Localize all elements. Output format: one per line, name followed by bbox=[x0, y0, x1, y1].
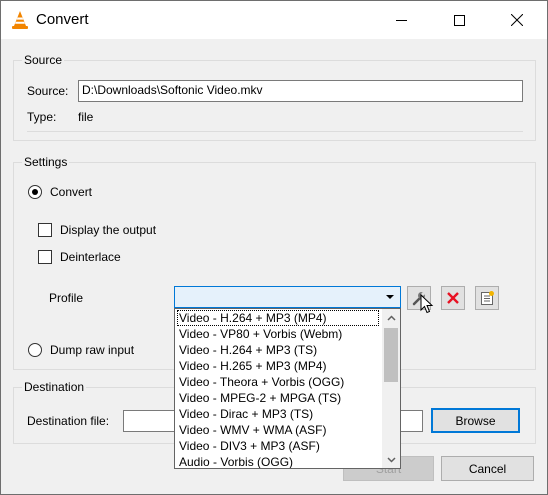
profile-combobox[interactable] bbox=[174, 286, 401, 308]
convert-label: Convert bbox=[50, 185, 93, 199]
maximize-button[interactable] bbox=[436, 1, 482, 39]
profile-option[interactable]: Video - WMV + WMA (ASF) bbox=[177, 422, 379, 438]
red-x-icon bbox=[447, 292, 459, 304]
type-label: Type: bbox=[27, 110, 57, 124]
scroll-down-button[interactable] bbox=[382, 451, 400, 468]
profile-option[interactable]: Video - MPEG-2 + MPGA (TS) bbox=[177, 390, 379, 406]
scroll-up-button[interactable] bbox=[382, 309, 400, 326]
dropdown-scrollbar[interactable] bbox=[382, 309, 400, 468]
display-output-label: Display the output bbox=[60, 223, 157, 237]
profile-option[interactable]: Video - H.265 + MP3 (MP4) bbox=[177, 358, 379, 374]
source-path-field[interactable]: D:\Downloads\Softonic Video.mkv bbox=[78, 80, 523, 102]
minimize-button[interactable] bbox=[378, 1, 424, 39]
chevron-down-icon bbox=[386, 295, 394, 299]
profile-dropdown-list: Video - H.264 + MP3 (MP4) Video - VP80 +… bbox=[174, 308, 401, 469]
close-icon bbox=[511, 14, 523, 26]
convert-dialog: Convert Source Source: D:\Downloads\Soft… bbox=[0, 0, 548, 495]
settings-group-title: Settings bbox=[22, 155, 70, 169]
window-title: Convert bbox=[36, 11, 89, 28]
destination-group-title: Destination bbox=[22, 380, 87, 394]
chevron-up-icon bbox=[386, 314, 396, 321]
profile-option[interactable]: Video - H.264 + MP3 (TS) bbox=[177, 342, 379, 358]
display-output-checkbox[interactable] bbox=[38, 223, 52, 237]
profile-option[interactable]: Audio - Vorbis (OGG) bbox=[177, 454, 379, 468]
deinterlace-checkbox[interactable] bbox=[38, 250, 52, 264]
convert-radio[interactable] bbox=[28, 185, 42, 199]
chevron-down-icon bbox=[386, 456, 396, 463]
source-divider bbox=[27, 131, 523, 132]
dump-raw-radio[interactable] bbox=[28, 343, 42, 357]
new-profile-button[interactable] bbox=[475, 286, 499, 310]
radio-selected-dot bbox=[32, 189, 38, 195]
new-profile-icon bbox=[481, 291, 494, 305]
profile-option[interactable]: Video - Theora + Vorbis (OGG) bbox=[177, 374, 379, 390]
type-value: file bbox=[78, 110, 94, 124]
cancel-button[interactable]: Cancel bbox=[441, 456, 534, 481]
source-label: Source: bbox=[27, 84, 69, 98]
profile-option[interactable]: Video - VP80 + Vorbis (Webm) bbox=[177, 326, 379, 342]
deinterlace-label: Deinterlace bbox=[60, 250, 121, 264]
scroll-thumb[interactable] bbox=[384, 328, 398, 382]
close-button[interactable] bbox=[494, 1, 540, 39]
maximize-icon bbox=[453, 14, 465, 26]
browse-button[interactable]: Browse bbox=[431, 408, 520, 433]
profile-option[interactable]: Video - Dirac + MP3 (TS) bbox=[177, 406, 379, 422]
profile-label: Profile bbox=[49, 291, 84, 305]
mouse-cursor-icon bbox=[420, 294, 434, 314]
delete-profile-button[interactable] bbox=[441, 286, 465, 310]
dump-raw-label: Dump raw input bbox=[50, 343, 135, 357]
title-bar: Convert bbox=[1, 1, 547, 39]
source-group-title: Source bbox=[22, 53, 65, 67]
destination-file-label: Destination file: bbox=[27, 414, 110, 428]
vlc-cone-icon bbox=[12, 11, 28, 29]
profile-option[interactable]: Video - DIV3 + MP3 (ASF) bbox=[177, 438, 379, 454]
minimize-icon bbox=[395, 19, 407, 21]
profile-option[interactable]: Video - H.264 + MP3 (MP4) bbox=[177, 310, 379, 326]
